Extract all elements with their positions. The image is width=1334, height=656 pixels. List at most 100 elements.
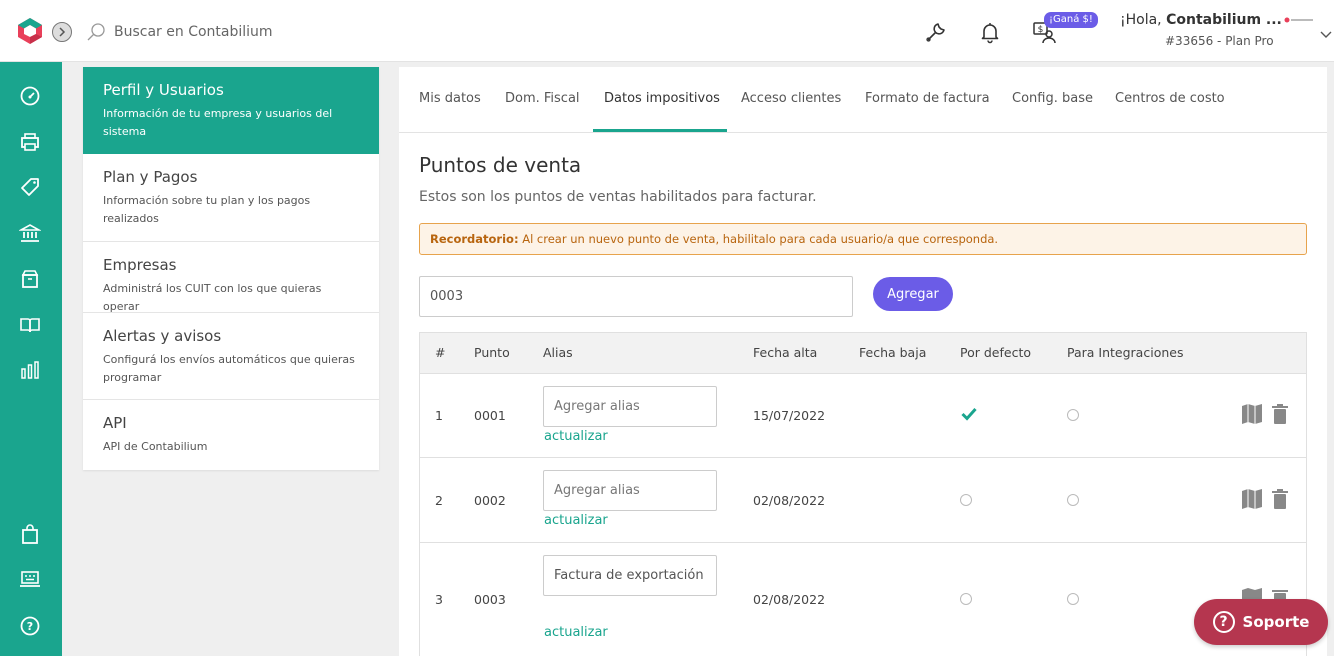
main-panel: Mis datos Dom. Fiscal Datos impositivos …: [399, 67, 1327, 656]
update-alias-link[interactable]: actualizar: [544, 513, 608, 528]
menu-item-title: Plan y Pagos: [103, 168, 198, 186]
tab-config-base[interactable]: Config. base: [1012, 91, 1093, 106]
company-logo-mini: [1284, 17, 1313, 23]
bell-icon[interactable]: [978, 20, 1002, 44]
menu-item-title: Perfil y Usuarios: [103, 81, 224, 99]
support-button[interactable]: ? Soporte: [1194, 599, 1328, 645]
account-plan: #33656 - Plan Pro: [1165, 34, 1274, 48]
menu-item-empresas[interactable]: Empresas Administrá los CUIT con los que…: [83, 242, 379, 313]
table-row: 1 0001 actualizar 15/07/2022: [420, 374, 1306, 458]
default-radio[interactable]: [960, 494, 972, 506]
active-tab-indicator: [593, 129, 727, 132]
bank-icon[interactable]: [19, 222, 41, 244]
reminder-label: Recordatorio:: [430, 232, 519, 246]
trash-icon[interactable]: [1269, 488, 1291, 510]
tab-dom-fiscal[interactable]: Dom. Fiscal: [505, 91, 580, 106]
menu-item-desc: Información de tu empresa y usuarios del…: [103, 107, 333, 138]
map-icon[interactable]: [1241, 488, 1263, 510]
contabilium-logo[interactable]: [16, 17, 44, 45]
alias-input[interactable]: [543, 555, 717, 596]
table-row: 3 0003 actualizar 02/08/2022: [420, 543, 1306, 656]
reminder-text: Al crear un nuevo punto de venta, habili…: [518, 232, 999, 246]
row-punto: 0001: [474, 408, 506, 423]
archive-icon[interactable]: [19, 268, 41, 290]
map-icon[interactable]: [1241, 403, 1263, 425]
points-of-sale-table: # Punto Alias Fecha alta Fecha baja Por …: [419, 332, 1307, 656]
help-icon[interactable]: ?: [19, 615, 41, 637]
col-fecha-alta: Fecha alta: [753, 345, 818, 360]
settings-menu: Perfil y Usuarios Información de tu empr…: [83, 67, 379, 470]
chevron-right-icon: [59, 27, 66, 37]
menu-item-desc: Información sobre tu plan y los pagos re…: [103, 194, 311, 225]
table-row: 2 0002 actualizar 02/08/2022: [420, 458, 1306, 543]
main-sidebar: ?: [0, 62, 62, 656]
menu-item-desc: API de Contabilium: [103, 440, 208, 453]
row-punto: 0003: [474, 592, 506, 607]
dashboard-icon[interactable]: [19, 85, 41, 107]
trash-icon[interactable]: [1269, 403, 1291, 425]
col-number: #: [435, 345, 446, 360]
chart-icon[interactable]: [19, 359, 41, 381]
tag-icon[interactable]: [19, 176, 41, 198]
tab-datos-impositivos[interactable]: Datos impositivos: [604, 91, 720, 106]
search-input[interactable]: [114, 20, 514, 44]
row-number: 1: [435, 408, 443, 423]
collapse-sidebar-button[interactable]: [52, 22, 72, 42]
menu-item-perfil-usuarios[interactable]: Perfil y Usuarios Información de tu empr…: [83, 67, 379, 154]
col-integraciones: Para Integraciones: [1067, 345, 1184, 360]
default-radio[interactable]: [960, 593, 972, 605]
row-punto: 0002: [474, 493, 506, 508]
top-bar: $ ¡Ganá $! ¡Hola, Contabilium ... #33656…: [0, 0, 1334, 62]
support-label: Soporte: [1242, 613, 1310, 631]
menu-item-desc: Configurá los envíos automáticos que qui…: [103, 353, 355, 384]
table-header: # Punto Alias Fecha alta Fecha baja Por …: [420, 333, 1306, 374]
settings-tabs: Mis datos Dom. Fiscal Datos impositivos …: [399, 67, 1327, 133]
menu-item-title: Alertas y avisos: [103, 327, 222, 345]
alias-input[interactable]: [543, 470, 717, 511]
search-icon: [87, 23, 105, 41]
row-fecha-alta: 02/08/2022: [753, 493, 826, 508]
reminder-alert: Recordatorio: Al crear un nuevo punto de…: [419, 223, 1307, 255]
user-greeting[interactable]: ¡Hola, Contabilium ...: [1120, 12, 1282, 28]
alias-input[interactable]: [543, 386, 717, 427]
tab-acceso-clientes[interactable]: Acceso clientes: [741, 91, 841, 106]
tab-centros-costo[interactable]: Centros de costo: [1115, 91, 1225, 106]
col-punto: Punto: [474, 345, 510, 360]
printer-icon[interactable]: [19, 131, 41, 153]
book-icon[interactable]: [19, 314, 41, 336]
tab-mis-datos[interactable]: Mis datos: [419, 91, 481, 106]
integrations-radio[interactable]: [1067, 494, 1079, 506]
svg-text:?: ?: [27, 620, 33, 633]
row-number: 3: [435, 592, 443, 607]
integrations-radio[interactable]: [1067, 409, 1079, 421]
menu-item-desc: Administrá los CUIT con los que quieras …: [103, 282, 322, 313]
shopping-bag-icon[interactable]: [19, 523, 41, 545]
col-fecha-baja: Fecha baja: [859, 345, 927, 360]
new-point-of-sale-input[interactable]: [419, 276, 853, 317]
menu-item-api[interactable]: API API de Contabilium: [83, 400, 379, 470]
row-fecha-alta: 02/08/2022: [753, 592, 826, 607]
row-number: 2: [435, 493, 443, 508]
menu-item-plan-pagos[interactable]: Plan y Pagos Información sobre tu plan y…: [83, 154, 379, 242]
col-por-defecto: Por defecto: [960, 345, 1031, 360]
tab-formato-factura[interactable]: Formato de factura: [865, 91, 990, 106]
promo-badge[interactable]: ¡Ganá $!: [1044, 12, 1098, 28]
update-alias-link[interactable]: actualizar: [544, 625, 608, 640]
page-title: Puntos de venta: [419, 153, 582, 177]
menu-item-alertas-avisos[interactable]: Alertas y avisos Configurá los envíos au…: [83, 313, 379, 400]
greeting-prefix: ¡Hola,: [1120, 12, 1167, 28]
menu-item-title: API: [103, 414, 127, 432]
tools-icon[interactable]: [924, 20, 948, 44]
integrations-radio[interactable]: [1067, 593, 1079, 605]
keyboard-icon[interactable]: [19, 568, 41, 590]
menu-item-title: Empresas: [103, 256, 177, 274]
chevron-down-icon[interactable]: [1320, 30, 1332, 40]
help-circle-icon: ?: [1212, 611, 1235, 633]
row-fecha-alta: 15/07/2022: [753, 408, 826, 423]
add-button[interactable]: Agregar: [873, 277, 953, 311]
update-alias-link[interactable]: actualizar: [544, 429, 608, 444]
col-alias: Alias: [543, 345, 573, 360]
user-name: Contabilium ...: [1166, 12, 1282, 28]
checkmark-icon[interactable]: [961, 407, 977, 421]
page-subtitle: Estos son los puntos de ventas habilitad…: [419, 189, 817, 205]
